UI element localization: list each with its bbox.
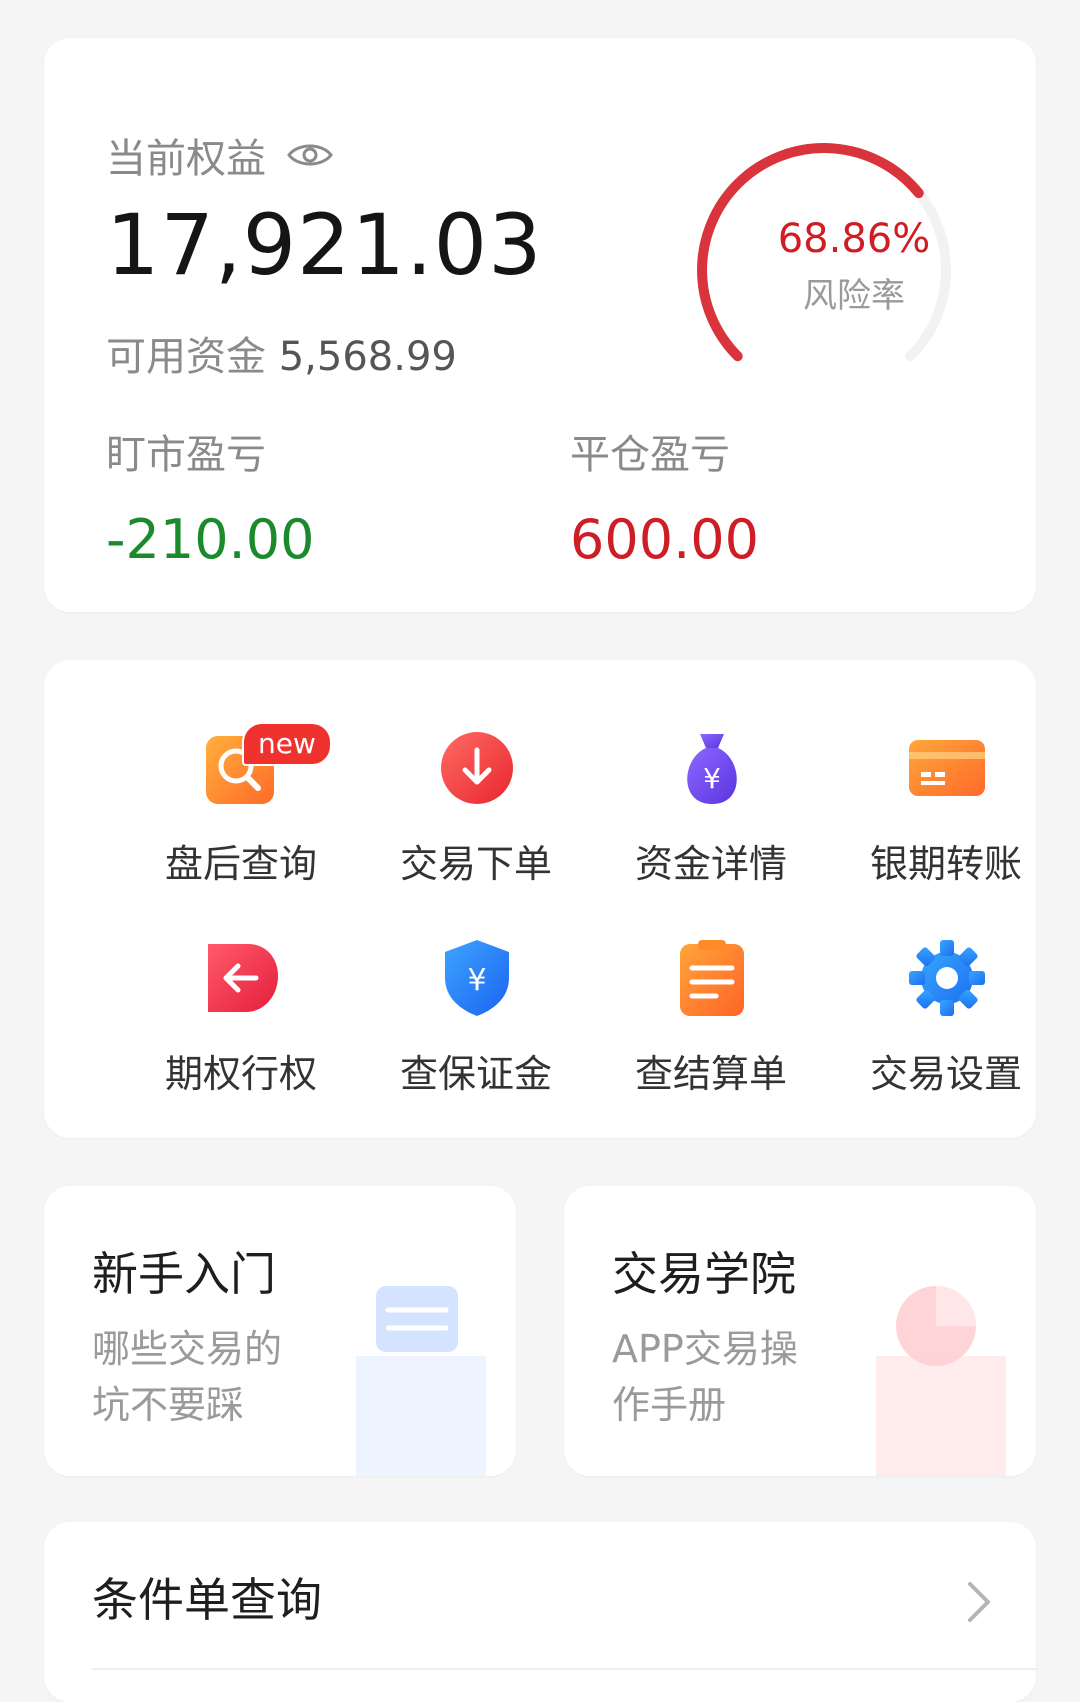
grid-item-option-exercise[interactable]: 期权行权: [124, 938, 358, 1108]
equity-label-row: 当前权益: [106, 126, 334, 184]
promo-title: 新手入门: [92, 1247, 276, 1301]
available-funds: 可用资金 5,568.99: [106, 324, 457, 382]
grid-item-margin-query[interactable]: ¥ 查保证金: [359, 938, 593, 1108]
available-funds-value: 5,568.99: [278, 334, 457, 380]
equity-card: 当前权益 17,921.03 可用资金 5,568.99 68.86% 风险率 …: [44, 38, 1036, 612]
grid-item-label: 交易设置: [869, 1052, 1022, 1096]
grid-item-label: 查保证金: [399, 1052, 552, 1096]
equity-label: 当前权益: [106, 136, 266, 182]
divider: [92, 1668, 1036, 1670]
available-funds-label: 可用资金: [106, 334, 266, 380]
bank-card-icon: [909, 740, 985, 796]
risk-rate-value: 68.86%: [777, 216, 931, 262]
money-bag-icon: ¥: [687, 734, 737, 804]
grid-item-label: 查结算单: [634, 1052, 787, 1096]
new-badge: new: [242, 722, 332, 766]
grid-item-label: 银期转账: [869, 842, 1022, 886]
risk-rate-label: 风险率: [803, 276, 905, 316]
grid-item-label: 盘后查询: [164, 842, 317, 886]
arrow-down-circle-icon: [441, 732, 513, 804]
grid-item-settlement-statement[interactable]: 查结算单: [594, 938, 828, 1108]
chevron-right-icon: [968, 1582, 990, 1622]
gear-icon: [909, 940, 985, 1016]
promo-trading-academy[interactable]: 交易学院 APP交易操 作手册: [564, 1186, 1036, 1476]
arrow-left-tag-icon: [208, 944, 278, 1012]
svg-text:¥: ¥: [467, 963, 486, 998]
promo-subtitle-line: APP交易操: [612, 1327, 798, 1371]
promo-title: 交易学院: [612, 1247, 796, 1301]
slider-box-icon: [356, 1286, 486, 1476]
promo-subtitle-line: 坑不要踩: [92, 1383, 245, 1427]
eye-icon[interactable]: [286, 140, 334, 170]
grid-item-label: 期权行权: [164, 1052, 317, 1096]
shield-yen-icon: ¥: [445, 940, 509, 1016]
grid-item-fund-details[interactable]: ¥ 资金详情: [594, 728, 828, 898]
close-pl-label: 平仓盈亏: [570, 432, 730, 478]
clipboard-icon: [680, 940, 744, 1016]
svg-text:¥: ¥: [703, 762, 721, 795]
conditional-order-query-row[interactable]: 条件单查询: [44, 1522, 1036, 1702]
grid-item-place-order[interactable]: 交易下单: [359, 728, 593, 898]
mark-to-market-label: 盯市盈亏: [106, 432, 266, 478]
grid-item-after-hours-query[interactable]: new 盘后查询: [124, 722, 358, 898]
mark-to-market-value: -210.00: [106, 508, 315, 571]
function-grid: new 盘后查询 交易下单 ¥ 资金详情 银期转账 期权行权 ¥ 查保证金 查结…: [44, 660, 1036, 1138]
promo-subtitle-line: 哪些交易的: [92, 1327, 283, 1371]
close-pl-value: 600.00: [570, 508, 759, 571]
promo-beginner-guide[interactable]: 新手入门 哪些交易的 坑不要踩: [44, 1186, 516, 1476]
grid-item-label: 交易下单: [399, 842, 552, 886]
conditional-order-title: 条件单查询: [92, 1573, 322, 1627]
grid-item-bank-transfer[interactable]: 银期转账: [829, 728, 1063, 898]
equity-value: 17,921.03: [106, 196, 543, 294]
grid-item-label: 资金详情: [634, 842, 787, 886]
grid-item-trade-settings[interactable]: 交易设置: [829, 938, 1063, 1108]
promo-subtitle-line: 作手册: [612, 1383, 727, 1427]
pie-box-icon: [876, 1286, 1006, 1476]
